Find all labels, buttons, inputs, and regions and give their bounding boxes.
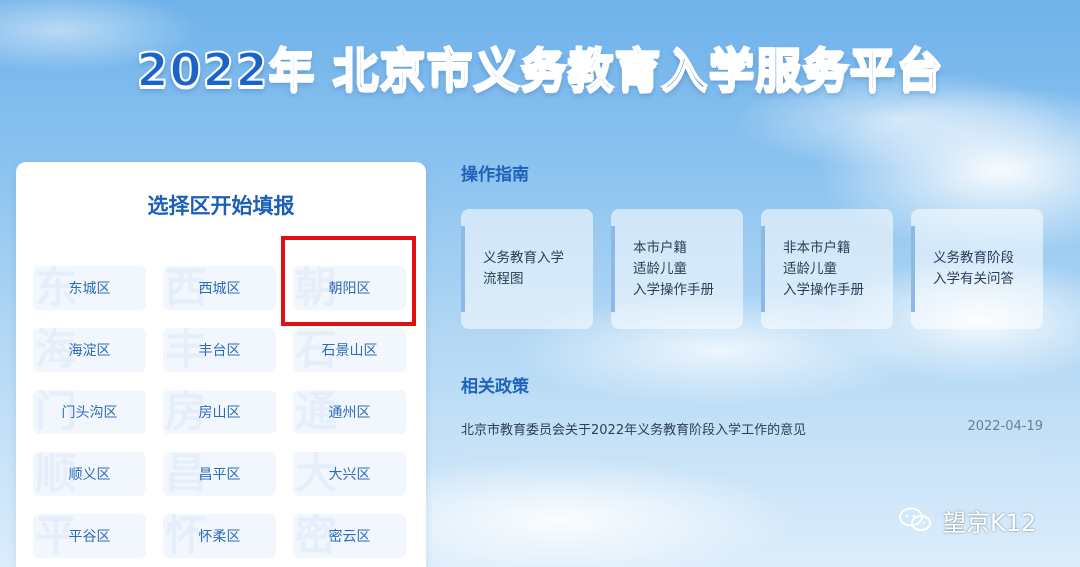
watermark-text: 望京K12 <box>942 508 1037 537</box>
guide-card-label: 非本市户籍 适龄儿童 入学操作手册 <box>783 239 864 298</box>
district-label: 大兴区 <box>328 467 371 483</box>
district-button-changping[interactable]: 昌昌平区 <box>163 452 276 496</box>
district-button-tongzhou[interactable]: 通通州区 <box>293 390 406 434</box>
district-button-miyun[interactable]: 密密云区 <box>293 514 406 558</box>
guide-card-label: 义务教育入学 流程图 <box>483 250 564 287</box>
district-label: 丰台区 <box>198 343 241 359</box>
district-panel-title: 选择区开始填报 <box>147 193 295 218</box>
district-button-mentougou[interactable]: 门门头沟区 <box>33 390 146 434</box>
district-button-haidian[interactable]: 海海淀区 <box>33 328 146 372</box>
district-label: 密云区 <box>328 529 371 545</box>
page-title: 2022年 北京市义务教育入学服务平台 <box>135 42 944 98</box>
district-button-fengtai[interactable]: 丰丰台区 <box>163 328 276 372</box>
district-button-fangshan[interactable]: 房房山区 <box>163 390 276 434</box>
policy-item-title[interactable]: 北京市教育委员会关于2022年义务教育阶段入学工作的意见 <box>461 419 806 438</box>
district-label: 房山区 <box>198 405 241 421</box>
guide-card-faq[interactable]: 义务教育阶段 入学有关问答 <box>911 209 1043 329</box>
district-button-daxing[interactable]: 大大兴区 <box>293 452 406 496</box>
guide-section-title: 操作指南 <box>461 165 529 185</box>
district-button-pinggu[interactable]: 平平谷区 <box>33 514 146 558</box>
district-label: 通州区 <box>328 405 371 421</box>
guide-card-nonlocal-manual[interactable]: 非本市户籍 适龄儿童 入学操作手册 <box>761 209 893 329</box>
guide-card-accent-bar <box>461 226 465 312</box>
wechat-icon <box>899 507 931 531</box>
district-label: 东城区 <box>68 281 111 297</box>
highlight-annotation-box <box>281 236 416 326</box>
district-label: 平谷区 <box>68 529 111 545</box>
district-label: 西城区 <box>198 281 241 297</box>
guide-card-label: 义务教育阶段 入学有关问答 <box>933 250 1014 287</box>
district-panel: 选择区开始填报 东东城区 西西城区 朝朝阳区 海海淀区 丰丰台区 石石景山区 门… <box>16 162 426 567</box>
policy-list-item[interactable]: 北京市教育委员会关于2022年义务教育阶段入学工作的意见 2022-04-19 <box>461 410 1043 450</box>
district-button-huairou[interactable]: 怀怀柔区 <box>163 514 276 558</box>
guide-card-local-manual[interactable]: 本市户籍 适龄儿童 入学操作手册 <box>611 209 743 329</box>
district-button-dongcheng[interactable]: 东东城区 <box>33 266 146 310</box>
district-label: 海淀区 <box>68 343 111 359</box>
guide-card-flowchart[interactable]: 义务教育入学 流程图 <box>461 209 593 329</box>
district-label: 怀柔区 <box>198 529 241 545</box>
policy-item-date: 2022-04-19 <box>967 419 1043 434</box>
guide-card-label: 本市户籍 适龄儿童 入学操作手册 <box>633 239 714 298</box>
district-label: 昌平区 <box>198 467 241 483</box>
watermark: 望京K12 <box>898 505 1037 537</box>
guide-card-accent-bar <box>911 226 915 312</box>
policy-section-title: 相关政策 <box>461 377 529 397</box>
district-label: 顺义区 <box>68 467 111 483</box>
district-label: 石景山区 <box>321 343 378 359</box>
guide-card-accent-bar <box>761 226 765 312</box>
guide-card-accent-bar <box>611 226 615 312</box>
district-button-xicheng[interactable]: 西西城区 <box>163 266 276 310</box>
district-label: 门头沟区 <box>61 405 118 421</box>
district-button-shijingshan[interactable]: 石石景山区 <box>293 328 406 372</box>
district-button-shunyi[interactable]: 顺顺义区 <box>33 452 146 496</box>
